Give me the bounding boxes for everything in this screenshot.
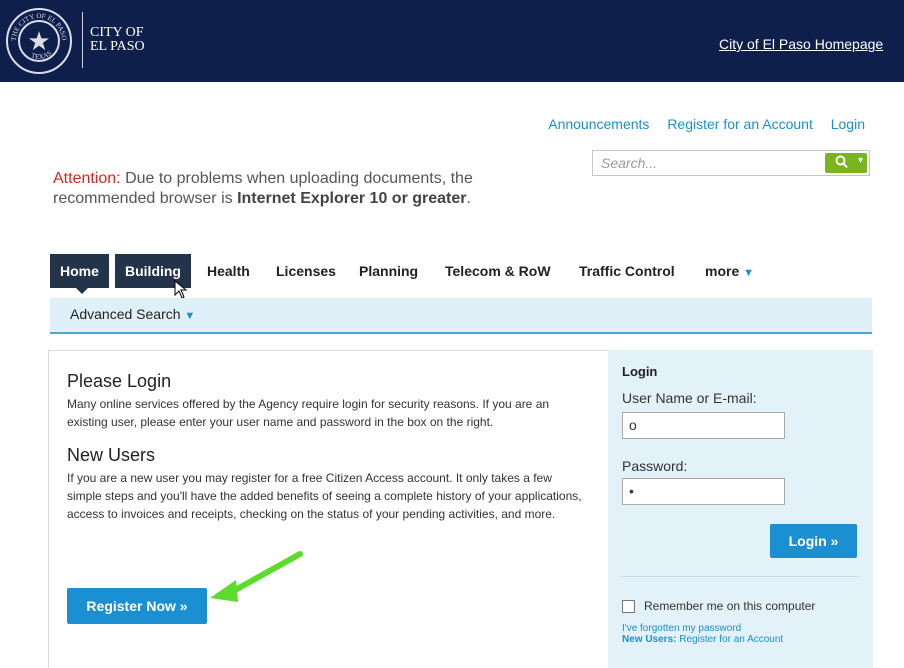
new-users-register-line: New Users: Register for an Account [622,634,783,645]
annotation-arrow [210,551,303,602]
attention-browser: Internet Explorer 10 or greater [237,190,467,207]
tab-telecom-label: Telecom & RoW [445,263,551,279]
login-link[interactable]: Login [831,116,865,132]
forgot-links: I've forgotten my password New Users: Re… [622,623,783,645]
register-account-link-2[interactable]: Register for an Account [679,634,783,645]
site-header: THE CITY OF EL PASO TEXAS ★ CITY OF EL P… [0,0,904,82]
tab-planning[interactable]: Planning [359,254,418,288]
mouse-cursor-icon [174,280,188,299]
tab-licenses[interactable]: Licenses [276,254,336,288]
advanced-search-label: Advanced Search [70,306,181,322]
register-now-button[interactable]: Register Now » [67,588,207,624]
tab-building-label: Building [125,263,181,279]
header-divider [82,12,83,68]
intro-section: Please Login Many online services offere… [67,371,587,523]
login-panel: Login User Name or E-mail: o Password: •… [608,350,873,668]
announcements-link[interactable]: Announcements [548,116,649,132]
tab-health[interactable]: Health [207,254,250,288]
chevron-down-icon: ▼ [743,267,755,279]
search-icon [835,155,848,172]
register-account-link[interactable]: Register for an Account [667,116,813,132]
attention-label: Attention: [53,170,121,187]
remember-me-checkbox[interactable] [622,600,635,613]
search-input[interactable] [593,151,829,175]
new-users-title: New Users [67,445,156,465]
please-login-title: Please Login [67,371,172,391]
tab-telecom[interactable]: Telecom & RoW [445,254,551,288]
seal-star-icon: ★ [18,20,60,62]
password-field[interactable]: • [622,478,785,505]
city-name: CITY OF EL PASO [90,25,145,54]
tab-licenses-label: Licenses [276,263,336,279]
login-button[interactable]: Login » [770,524,857,558]
tab-traffic-control[interactable]: Traffic Control [579,254,675,288]
subnav-bar: Advanced Search ▼ [50,298,872,334]
tab-more-label: more [705,263,740,279]
new-users-text: If you are a new user you may register f… [67,471,582,521]
tab-more[interactable]: more ▼ [705,254,754,288]
login-panel-title: Login [622,364,658,379]
please-login-text: Many online services offered by the Agen… [67,397,550,429]
tab-planning-label: Planning [359,263,419,279]
panel-divider [622,576,858,577]
remember-me-label: Remember me on this computer [644,599,816,613]
username-label: User Name or E-mail: [622,390,757,406]
tab-home[interactable]: Home [50,254,109,294]
city-seal-logo[interactable]: THE CITY OF EL PASO TEXAS ★ [6,8,72,74]
password-label: Password: [622,458,688,474]
new-users-label: New Users: [622,634,677,645]
tab-health-label: Health [207,263,250,279]
attention-period: . [466,190,471,207]
advanced-search-menu[interactable]: Advanced Search ▼ [70,306,195,322]
chevron-down-icon: ▼ [184,310,196,322]
search-box: ▾ [592,150,870,176]
search-button[interactable]: ▾ [825,153,867,173]
top-links: Announcements Register for an Account Lo… [534,116,865,132]
attention-notice: Attention: Due to problems when uploadin… [53,169,553,209]
city-homepage-link[interactable]: City of El Paso Homepage [719,36,883,52]
forgot-password-link[interactable]: I've forgotten my password [622,623,783,634]
chevron-down-icon: ▾ [857,155,863,166]
username-field[interactable]: o [622,412,785,439]
active-tab-pointer [76,288,88,294]
tab-home-label: Home [60,263,99,279]
tab-traffic-label: Traffic Control [579,263,675,279]
